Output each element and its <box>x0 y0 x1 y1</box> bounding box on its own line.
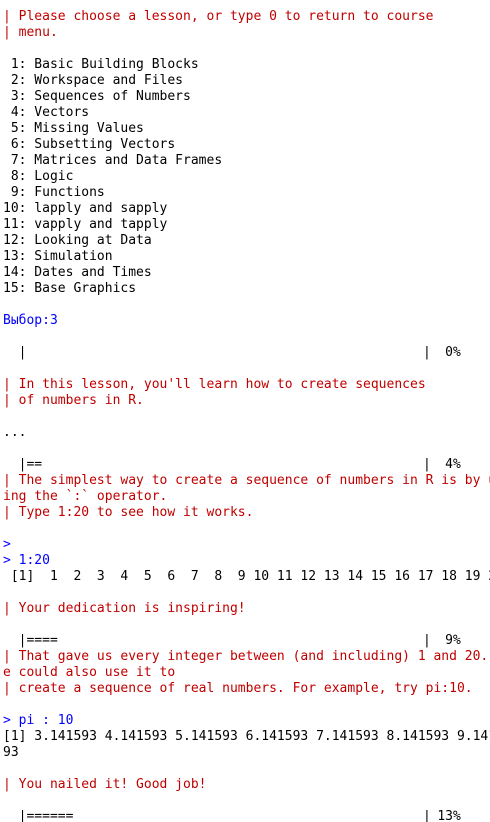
lesson-option-10: 10: lapply and sapply <box>3 201 168 216</box>
lesson-option-15: 15: Base Graphics <box>3 281 137 296</box>
instruction-line-1: | The simplest way to create a sequence … <box>3 473 490 488</box>
command-line-1: > 1:20 <box>3 553 50 568</box>
progress-bar-track: | <box>3 345 27 360</box>
progress-bar-track: |== <box>3 457 43 472</box>
menu-prompt-line-1: | Please choose a lesson, or type 0 to r… <box>3 9 434 24</box>
progress-percent: 13% <box>437 809 461 822</box>
intro-line-1: | In this lesson, you'll learn how to cr… <box>3 377 426 392</box>
instruction-line-3: | Type 1:20 to see how it works. <box>3 505 254 520</box>
lesson-option-1: 1: Basic Building Blocks <box>3 57 199 72</box>
command-line-2: > pi : 10 <box>3 713 74 728</box>
progress-bar-track: |==== <box>3 633 58 648</box>
lesson-option-11: 11: vapply and tapply <box>3 217 168 232</box>
lesson-option-5: 5: Missing Values <box>3 121 144 136</box>
lesson-option-13: 13: Simulation <box>3 249 113 264</box>
progress-percent: 4% <box>445 457 461 472</box>
output-line-1: [1] 1 2 3 4 5 6 7 8 9 10 11 12 13 14 15 … <box>3 569 490 584</box>
lesson-option-7: 7: Matrices and Data Frames <box>3 153 223 168</box>
lesson-option-8: 8: Logic <box>3 169 74 184</box>
progress-bar-4: |== | 4% <box>3 457 461 472</box>
lesson-option-9: 9: Functions <box>3 185 105 200</box>
lesson-option-2: 2: Workspace and Files <box>3 73 184 88</box>
explanation-line-1: | That gave us every integer between (an… <box>3 649 490 664</box>
continue-ellipsis: ... <box>3 425 27 440</box>
explanation-line-3: | create a sequence of real numbers. For… <box>3 681 473 696</box>
progress-percent: 0% <box>445 345 461 360</box>
progress-percent: 9% <box>445 633 461 648</box>
output-line-2: [1] 3.141593 4.141593 5.141593 6.141593 … <box>3 729 490 744</box>
praise-message-2: | You nailed it! Good job! <box>3 777 207 792</box>
lesson-list: 1: Basic Building Blocks 2: Workspace an… <box>3 57 490 297</box>
lesson-option-4: 4: Vectors <box>3 105 90 120</box>
instruction-line-2: ing the `:` operator. <box>3 489 168 504</box>
lesson-option-3: 3: Sequences of Numbers <box>3 89 191 104</box>
lesson-option-14: 14: Dates and Times <box>3 265 152 280</box>
progress-bar-0: | | 0% <box>3 345 461 360</box>
explanation-line-2: e could also use it to <box>3 665 176 680</box>
lesson-option-12: 12: Looking at Data <box>3 233 152 248</box>
selection-input[interactable]: Выбор:3 <box>3 313 490 329</box>
praise-message-1: | Your dedication is inspiring! <box>3 601 246 616</box>
intro-line-2: | of numbers in R. <box>3 393 144 408</box>
progress-bar-track: |====== <box>3 809 74 822</box>
progress-bar-13: |====== | 13% <box>3 809 490 822</box>
progress-bar-9: |==== | 9% <box>3 633 461 648</box>
output-line-2-wrap: 93 <box>3 745 19 760</box>
lesson-option-6: 6: Subsetting Vectors <box>3 137 176 152</box>
menu-prompt-line-2: | menu. <box>3 25 58 40</box>
empty-prompt: > <box>3 537 11 552</box>
r-console[interactable]: | Please choose a lesson, or type 0 to r… <box>0 0 490 822</box>
